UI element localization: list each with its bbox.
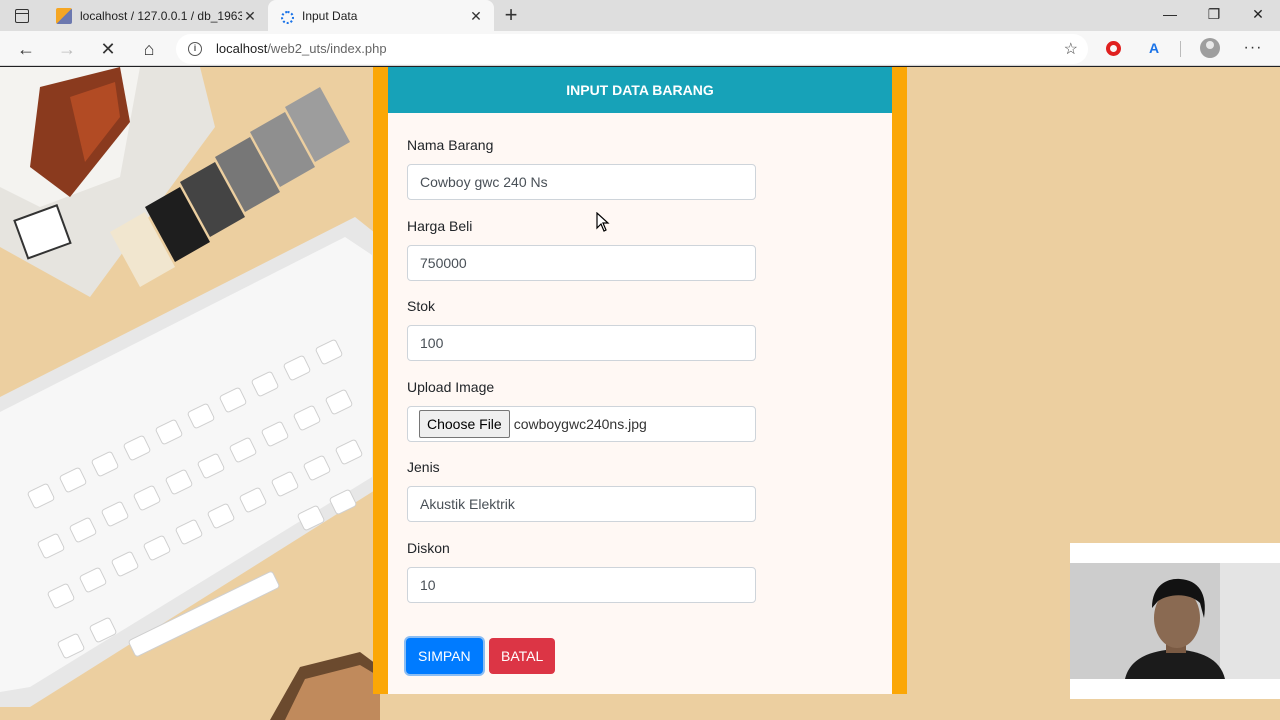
nama-barang-label: Nama Barang bbox=[407, 137, 494, 153]
tab-actions-icon bbox=[15, 9, 29, 23]
maximize-button[interactable]: ❐ bbox=[1192, 0, 1236, 28]
diskon-label: Diskon bbox=[407, 540, 450, 556]
stok-input[interactable]: 100 bbox=[407, 325, 756, 361]
opera-extension-button[interactable] bbox=[1102, 37, 1124, 59]
desk-background-image bbox=[0, 67, 380, 720]
translate-icon: A bbox=[1148, 40, 1160, 56]
upload-image-group: Upload Image Choose File cowboygwc240ns.… bbox=[407, 378, 756, 442]
tab-title: localhost / 127.0.0.1 / db_19630 bbox=[80, 8, 242, 23]
home-button[interactable]: ⌂ bbox=[135, 35, 163, 63]
nama-barang-group: Nama Barang Cowboy gwc 240 Ns bbox=[407, 136, 756, 200]
opera-icon bbox=[1105, 41, 1121, 56]
favorites-icon[interactable]: ☆ bbox=[1064, 39, 1078, 59]
forward-button[interactable]: → bbox=[53, 35, 81, 63]
settings-more-button[interactable]: ··· bbox=[1242, 37, 1264, 59]
jenis-input[interactable]: Akustik Elektrik bbox=[407, 486, 756, 522]
jenis-group: Jenis Akustik Elektrik bbox=[407, 458, 756, 522]
webcam-overlay bbox=[1070, 543, 1280, 699]
new-tab-button[interactable]: + bbox=[500, 4, 522, 26]
mouse-cursor-icon bbox=[596, 212, 610, 232]
profile-button[interactable] bbox=[1199, 37, 1221, 59]
tab-close-icon[interactable]: ✕ bbox=[242, 8, 258, 24]
stok-group: Stok 100 bbox=[407, 297, 756, 361]
diskon-input[interactable]: 10 bbox=[407, 567, 756, 603]
choose-file-button[interactable]: Choose File bbox=[419, 410, 510, 438]
site-info-icon[interactable]: i bbox=[188, 42, 202, 56]
more-icon: ··· bbox=[1243, 39, 1263, 56]
harga-beli-label: Harga Beli bbox=[407, 218, 473, 234]
webcam-person-image bbox=[1070, 563, 1280, 679]
browser-toolbar: ← → ✕ ⌂ i localhost/web2_uts/index.php ☆… bbox=[0, 31, 1280, 66]
minimize-button[interactable]: — bbox=[1148, 0, 1192, 28]
simpan-button[interactable]: SIMPAN bbox=[406, 638, 483, 674]
tab-actions-button[interactable] bbox=[10, 7, 34, 25]
address-url: localhost/web2_uts/index.php bbox=[216, 41, 387, 56]
upload-image-label: Upload Image bbox=[407, 379, 495, 395]
toolbar-divider bbox=[1180, 41, 1181, 57]
address-bar[interactable]: i localhost/web2_uts/index.php ☆ bbox=[176, 34, 1088, 64]
url-host: localhost bbox=[216, 41, 268, 56]
tab-input-data[interactable]: Input Data ✕ bbox=[268, 0, 494, 31]
form-panel: INPUT DATA BARANG Nama Barang Cowboy gwc… bbox=[373, 67, 907, 694]
avatar bbox=[1200, 38, 1220, 58]
url-path: /web2_uts/index.php bbox=[267, 41, 387, 56]
nama-barang-input[interactable]: Cowboy gwc 240 Ns bbox=[407, 164, 756, 200]
form-card: INPUT DATA BARANG Nama Barang Cowboy gwc… bbox=[388, 67, 892, 694]
phpmyadmin-favicon-icon bbox=[56, 7, 72, 24]
stok-label: Stok bbox=[407, 298, 436, 314]
tab-phpmyadmin[interactable]: localhost / 127.0.0.1 / db_19630 ✕ bbox=[46, 0, 268, 31]
selected-file-name: cowboygwc240ns.jpg bbox=[513, 416, 647, 432]
back-button[interactable]: ← bbox=[12, 35, 40, 63]
page-viewport: INPUT DATA BARANG Nama Barang Cowboy gwc… bbox=[0, 67, 1280, 720]
tab-bar: localhost / 127.0.0.1 / db_19630 ✕ Input… bbox=[0, 0, 1280, 31]
tab-close-icon[interactable]: ✕ bbox=[468, 8, 484, 24]
harga-beli-group: Harga Beli 750000 bbox=[407, 217, 756, 281]
form-header: INPUT DATA BARANG bbox=[388, 67, 892, 113]
tab-title: Input Data bbox=[302, 8, 358, 23]
harga-beli-input[interactable]: 750000 bbox=[407, 245, 756, 281]
close-window-button[interactable]: ✕ bbox=[1236, 0, 1280, 28]
loading-spinner-icon bbox=[278, 8, 294, 24]
batal-button[interactable]: BATAL bbox=[489, 638, 556, 674]
upload-image-field: Choose File cowboygwc240ns.jpg bbox=[407, 406, 756, 442]
translate-extension-button[interactable]: A bbox=[1143, 37, 1165, 59]
stop-loading-button[interactable]: ✕ bbox=[94, 35, 122, 63]
diskon-group: Diskon 10 bbox=[407, 539, 756, 603]
jenis-label: Jenis bbox=[407, 459, 440, 475]
